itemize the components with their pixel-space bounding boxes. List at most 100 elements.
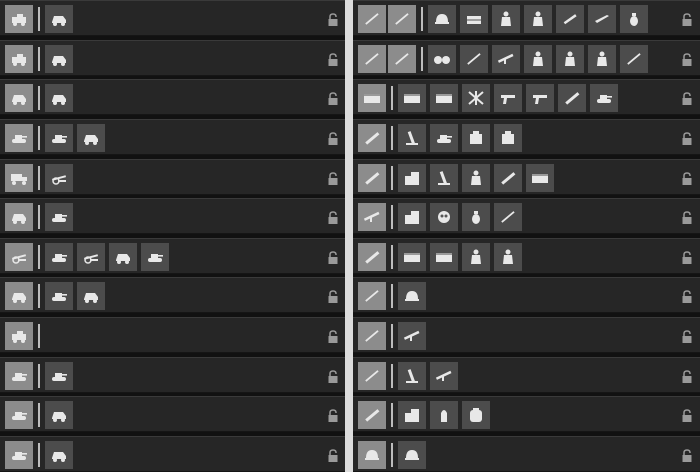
lock-icon[interactable]	[682, 131, 692, 145]
unlock-item-slot[interactable]	[45, 44, 73, 73]
primary-unit-slot[interactable]	[5, 282, 33, 311]
primary-unit-slot[interactable]	[5, 203, 33, 232]
lock-icon[interactable]	[328, 91, 338, 106]
unlock-item-slot[interactable]	[398, 401, 426, 430]
primary-unit-slot[interactable]	[358, 5, 386, 33]
unlock-item-slot[interactable]	[45, 163, 73, 192]
primary-unit-slot[interactable]	[358, 84, 386, 113]
primary-unit-slot[interactable]	[358, 322, 386, 350]
unlock-item-slot[interactable]	[620, 44, 648, 73]
primary-unit-slot[interactable]	[5, 401, 33, 430]
unlock-item-slot[interactable]	[588, 5, 616, 33]
unlock-item-slot[interactable]	[524, 5, 552, 33]
lock-icon[interactable]	[328, 408, 338, 423]
primary-unit-slot[interactable]	[5, 123, 33, 152]
unlock-item-slot[interactable]	[494, 242, 522, 271]
primary-unit-slot[interactable]	[5, 361, 33, 390]
unlock-item-slot[interactable]	[398, 242, 426, 271]
unlock-item-slot[interactable]	[590, 84, 618, 113]
unlock-item-slot[interactable]	[430, 163, 458, 192]
primary-unit-slot[interactable]	[358, 282, 386, 311]
primary-unit-slot[interactable]	[358, 44, 386, 73]
lock-icon[interactable]	[328, 329, 338, 343]
primary-unit-slot[interactable]	[358, 401, 386, 430]
unlock-item-slot[interactable]	[494, 84, 522, 113]
primary-unit-slot[interactable]	[358, 123, 386, 152]
unlock-item-slot[interactable]	[428, 5, 456, 33]
unlock-item-slot[interactable]	[45, 440, 73, 469]
unlock-item-slot[interactable]	[494, 123, 522, 152]
unlock-item-slot[interactable]	[462, 242, 490, 271]
unlock-item-slot[interactable]	[462, 84, 490, 113]
unlock-item-slot[interactable]	[462, 163, 490, 192]
unlock-item-slot[interactable]	[398, 163, 426, 192]
unlock-item-slot[interactable]	[428, 44, 456, 73]
unlock-item-slot[interactable]	[494, 163, 522, 192]
lock-icon[interactable]	[682, 329, 692, 343]
primary-unit-slot[interactable]	[388, 5, 416, 33]
lock-icon[interactable]	[682, 91, 692, 106]
unlock-item-slot[interactable]	[45, 242, 73, 271]
primary-unit-slot[interactable]	[5, 44, 33, 73]
unlock-item-slot[interactable]	[556, 44, 584, 73]
lock-icon[interactable]	[328, 369, 338, 383]
primary-unit-slot[interactable]	[358, 163, 386, 192]
lock-icon[interactable]	[682, 250, 692, 264]
unlock-item-slot[interactable]	[77, 242, 105, 271]
unlock-item-slot[interactable]	[462, 401, 490, 430]
primary-unit-slot[interactable]	[388, 44, 416, 73]
primary-unit-slot[interactable]	[358, 440, 386, 469]
lock-icon[interactable]	[682, 448, 692, 462]
unlock-item-slot[interactable]	[556, 5, 584, 33]
lock-icon[interactable]	[682, 210, 692, 225]
unlock-item-slot[interactable]	[77, 282, 105, 311]
lock-icon[interactable]	[682, 369, 692, 383]
primary-unit-slot[interactable]	[5, 322, 33, 350]
unlock-item-slot[interactable]	[398, 361, 426, 390]
unlock-item-slot[interactable]	[398, 440, 426, 469]
unlock-item-slot[interactable]	[398, 84, 426, 113]
lock-icon[interactable]	[328, 52, 338, 66]
unlock-item-slot[interactable]	[398, 322, 426, 350]
unlock-item-slot[interactable]	[462, 123, 490, 152]
unlock-item-slot[interactable]	[430, 401, 458, 430]
unlock-item-slot[interactable]	[398, 123, 426, 152]
primary-unit-slot[interactable]	[358, 361, 386, 390]
lock-icon[interactable]	[682, 171, 692, 185]
unlock-item-slot[interactable]	[45, 84, 73, 113]
unlock-item-slot[interactable]	[398, 203, 426, 232]
unlock-item-slot[interactable]	[460, 5, 488, 33]
unlock-item-slot[interactable]	[45, 203, 73, 232]
unlock-item-slot[interactable]	[558, 84, 586, 113]
unlock-item-slot[interactable]	[45, 361, 73, 390]
unlock-item-slot[interactable]	[45, 401, 73, 430]
primary-unit-slot[interactable]	[358, 203, 386, 232]
lock-icon[interactable]	[328, 250, 338, 264]
unlock-item-slot[interactable]	[109, 242, 137, 271]
unlock-item-slot[interactable]	[430, 123, 458, 152]
lock-icon[interactable]	[328, 171, 338, 185]
unlock-item-slot[interactable]	[494, 203, 522, 232]
lock-icon[interactable]	[328, 448, 338, 462]
unlock-item-slot[interactable]	[77, 123, 105, 152]
primary-unit-slot[interactable]	[5, 84, 33, 113]
unlock-item-slot[interactable]	[430, 84, 458, 113]
unlock-item-slot[interactable]	[588, 44, 616, 73]
unlock-item-slot[interactable]	[45, 282, 73, 311]
lock-icon[interactable]	[328, 289, 338, 304]
unlock-item-slot[interactable]	[45, 5, 73, 33]
lock-icon[interactable]	[682, 12, 692, 26]
lock-icon[interactable]	[328, 131, 338, 145]
unlock-item-slot[interactable]	[430, 242, 458, 271]
unlock-item-slot[interactable]	[492, 44, 520, 73]
lock-icon[interactable]	[682, 408, 692, 423]
primary-unit-slot[interactable]	[5, 163, 33, 192]
unlock-item-slot[interactable]	[460, 44, 488, 73]
primary-unit-slot[interactable]	[5, 242, 33, 271]
unlock-item-slot[interactable]	[141, 242, 169, 271]
unlock-item-slot[interactable]	[462, 203, 490, 232]
lock-icon[interactable]	[328, 210, 338, 225]
unlock-item-slot[interactable]	[620, 5, 648, 33]
primary-unit-slot[interactable]	[5, 5, 33, 33]
unlock-item-slot[interactable]	[45, 123, 73, 152]
